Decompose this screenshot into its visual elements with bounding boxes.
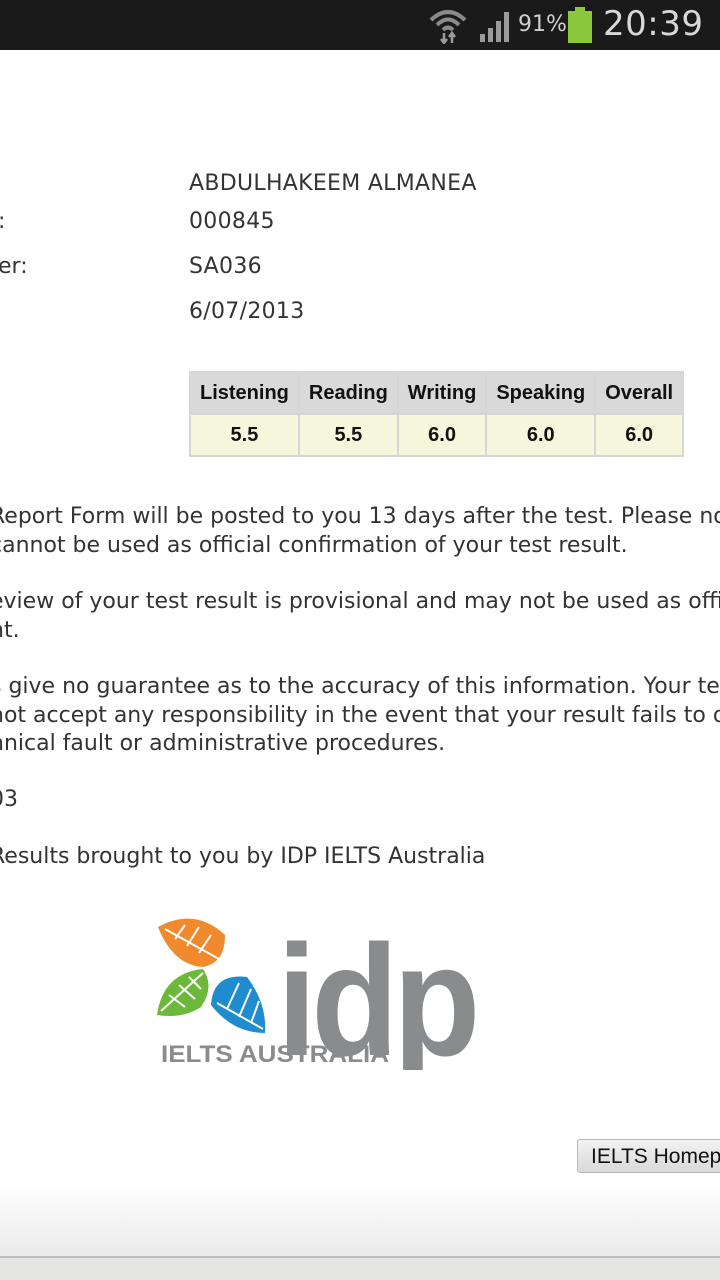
status-bar: 91% 20:39 [0,0,720,50]
ielts-homepage-button[interactable]: IELTS Homepage [577,1139,720,1173]
battery-percent: 91% [518,12,567,37]
notice-line: Report Form will be posted to you 13 day… [0,504,720,529]
notice-line: eview of your test result is provisional… [0,589,720,614]
notice-line: nt. [0,617,20,643]
results-page: : er: ABDULHAKEEM ALMANEA 000845 SA036 6… [0,50,720,1185]
notice-line: hnical fault or administrative procedure… [0,731,446,756]
credit-text: Results brought to you by IDP IELTS Aust… [0,844,486,869]
centre-number: SA036 [189,254,262,279]
speaking-header: Speaking [485,371,597,415]
score-table: Listening Reading Writing Speaking Overa… [189,371,685,457]
wifi-icon [429,10,467,44]
blue-leaf-icon [211,976,266,1033]
orange-leaf-icon [158,918,225,967]
notice-provisional: eview of your test result is provisional… [0,588,720,645]
score-header-row: Listening Reading Writing Speaking Overa… [189,371,685,415]
reference-code: 03 [0,787,18,812]
test-date: 6/07/2013 [189,299,305,324]
writing-header: Writing [396,371,488,415]
idp-ielts-logo: idp IELTS AUSTRALIA [157,915,480,1070]
overall-header: Overall [594,371,685,415]
score-value-row: 5.5 5.5 6.0 6.0 6.0 [189,413,685,457]
logo-caption: IELTS AUSTRALIA [161,1041,389,1068]
notice-disclaimer: s give no guarantee as to the accuracy o… [0,673,720,759]
reading-header: Reading [297,371,399,415]
listening-header: Listening [189,371,300,415]
signal-icon [480,12,509,42]
battery-icon [568,7,592,43]
candidate-number: 000845 [189,209,275,234]
speaking-score: 6.0 [485,413,597,457]
notice-line: s give no guarantee as to the accuracy o… [0,674,720,699]
green-leaf-icon [157,969,209,1016]
notice-test-report-form: Report Form will be posted to you 13 day… [0,503,720,560]
candidate-name: ABDULHAKEEM ALMANEA [189,171,477,196]
bottom-strip [0,1258,720,1280]
overall-score: 6.0 [594,413,685,457]
notice-line: cannot be used as official confirmation … [0,532,628,558]
clock: 20:39 [603,4,704,44]
bottom-bar [0,1185,720,1280]
listening-score: 5.5 [189,413,300,457]
writing-score: 6.0 [396,413,488,457]
notice-line: not accept any responsibility in the eve… [0,702,720,728]
candidate-id-label: : [0,209,5,234]
reading-score: 5.5 [297,413,399,457]
centre-number-label: er: [0,254,28,279]
